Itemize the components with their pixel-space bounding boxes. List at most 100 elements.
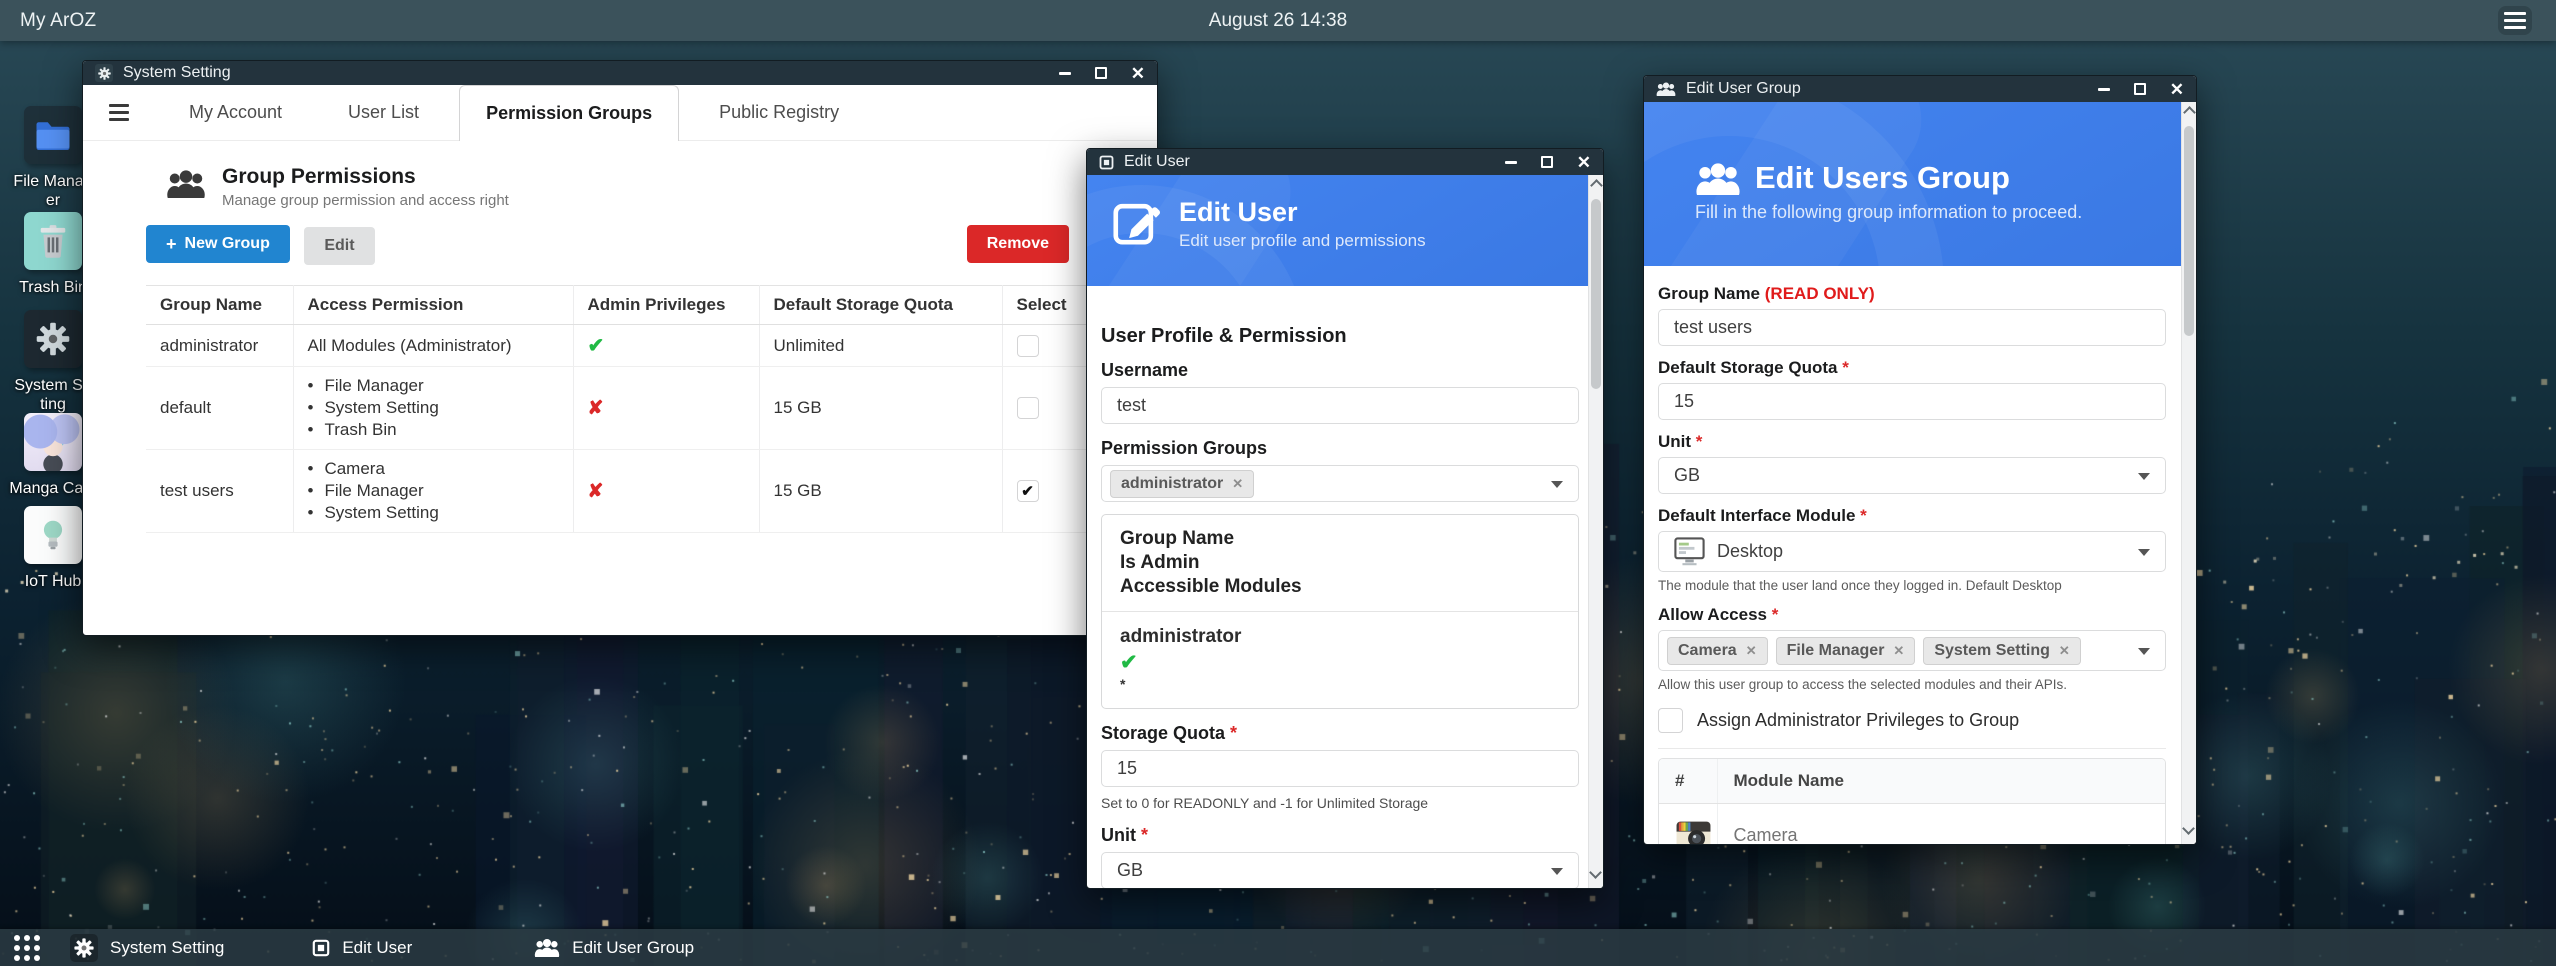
section-heading: Group Permissions Manage group permissio… (166, 165, 1157, 209)
scroll-up-icon[interactable] (1590, 179, 1603, 192)
taskbar-item-system-setting[interactable]: System Setting (70, 934, 224, 962)
minimize-icon[interactable] (2098, 88, 2110, 91)
close-icon[interactable]: ✕ (2170, 81, 2184, 98)
system-setting-titlebar[interactable]: System Setting ✕ (83, 61, 1157, 85)
default-storage-quota-input[interactable] (1658, 383, 2166, 420)
start-menu-label[interactable]: My ArOZ (20, 10, 96, 32)
tab-public-registry[interactable]: Public Registry (693, 85, 865, 140)
username-input[interactable] (1101, 387, 1579, 424)
taskbar-item-edit-user[interactable]: Edit User (312, 938, 412, 958)
storage-quota-input[interactable] (1101, 750, 1579, 787)
scroll-down-icon[interactable] (2182, 822, 2195, 835)
group-actions: +New Group Edit Remove (146, 225, 1153, 263)
gear-icon (24, 310, 82, 368)
unit-select[interactable]: GB (1101, 852, 1579, 889)
access-module-item: Camera (308, 458, 559, 480)
form-section-title: User Profile & Permission (1101, 325, 1579, 348)
access-module-item: File Manager (308, 375, 559, 397)
table-row: defaultFile ManagerSystem SettingTrash B… (146, 367, 1146, 450)
tab-my-account[interactable]: My Account (163, 85, 308, 140)
tab-permission-groups[interactable]: Permission Groups (459, 85, 679, 141)
hamburger-icon[interactable] (2498, 6, 2532, 35)
window-header: Edit Users Group Fill in the following g… (1644, 102, 2196, 266)
column-header-group-name: Group Name (146, 286, 293, 325)
users-icon (534, 938, 560, 957)
close-icon[interactable]: ✕ (1577, 154, 1591, 171)
users-icon (166, 169, 206, 198)
group-name-cell: administrator (146, 325, 293, 367)
access-permission-cell: All Modules (Administrator) (293, 325, 573, 367)
desktop-icon-iot-hub[interactable]: IoT Hub (24, 506, 82, 591)
apps-grid-icon[interactable] (14, 935, 40, 961)
scrollbar[interactable] (2181, 102, 2196, 844)
tag-camera[interactable]: Camera✕ (1667, 637, 1768, 665)
desktop-icon-file-manager[interactable]: File Manager (24, 106, 82, 210)
new-group-button[interactable]: +New Group (146, 225, 290, 263)
window-title: System Setting (123, 64, 231, 82)
clock-label: August 26 14:38 (1209, 10, 1347, 32)
scrollbar-thumb[interactable] (2184, 126, 2194, 336)
admin-privileges-cell: ✘ (573, 367, 759, 450)
table-row: administratorAll Modules (Administrator)… (146, 325, 1146, 367)
tag-file-manager[interactable]: File Manager✕ (1776, 637, 1916, 665)
desktop-icon-trash-bin[interactable]: Trash Bin (24, 212, 82, 297)
select-checkbox[interactable] (1017, 335, 1039, 357)
remove-tag-icon[interactable]: ✕ (1232, 476, 1243, 492)
allow-access-note: Allow this user group to access the sele… (1658, 677, 2166, 692)
storage-quota-cell: 15 GB (759, 450, 1002, 533)
edit-user-form: User Profile & Permission Username Permi… (1101, 325, 1579, 889)
remove-group-button[interactable]: Remove (967, 225, 1069, 263)
tab-user-list[interactable]: User List (322, 85, 445, 140)
maximize-icon[interactable] (1541, 156, 1553, 168)
edit-user-group-titlebar[interactable]: Edit User Group ✕ (1644, 76, 2196, 102)
taskbar-item-edit-user-group[interactable]: Edit User Group (534, 938, 694, 958)
remove-tag-icon[interactable]: ✕ (2059, 643, 2070, 659)
group-name-input[interactable] (1658, 309, 2166, 346)
check-icon: ✔ (588, 335, 605, 357)
permission-groups-multiselect[interactable]: administrator✕ (1101, 465, 1579, 502)
edit-user-group-window: Edit User Group ✕ Edit Users Group Fill … (1643, 75, 2197, 845)
minimize-icon[interactable] (1505, 161, 1517, 164)
scrollbar[interactable] (1588, 175, 1603, 888)
allow-access-multiselect[interactable]: Camera✕ File Manager✕System Setting✕ (1658, 630, 2166, 671)
access-module-item: System Setting (308, 397, 559, 419)
unit-select[interactable]: GB (1658, 457, 2166, 494)
edit-group-button[interactable]: Edit (304, 227, 374, 265)
default-interface-module-select[interactable]: Desktop (1658, 531, 2166, 572)
select-checkbox[interactable] (1017, 397, 1039, 419)
edit-user-titlebar[interactable]: Edit User ✕ (1087, 149, 1603, 175)
summary-header-is-admin: Is Admin (1120, 551, 1560, 575)
desktop-icon-manga-cafe[interactable]: Manga Cafe (24, 413, 82, 498)
window-title: Edit User Group (1686, 80, 1801, 98)
menu-toggle-icon[interactable] (109, 104, 129, 121)
remove-tag-icon[interactable]: ✕ (1893, 643, 1904, 659)
tag-system-setting[interactable]: System Setting✕ (1923, 637, 2081, 665)
storage-quota-note: Set to 0 for READONLY and -1 for Unlimit… (1101, 795, 1579, 811)
divider (1658, 748, 2166, 749)
window-title: Edit User (1124, 153, 1190, 171)
select-checkbox[interactable]: ✔ (1017, 480, 1039, 502)
tag-administrator[interactable]: administrator✕ (1110, 470, 1254, 498)
section-title: Group Permissions (222, 165, 509, 189)
admin-privileges-cell: ✔ (573, 325, 759, 367)
summary-group-name: administrator (1120, 624, 1560, 650)
minimize-icon[interactable] (1059, 72, 1071, 75)
desktop-icon-system-setting[interactable]: System Seting (24, 310, 82, 414)
access-module-item: File Manager (308, 480, 559, 502)
scrollbar-thumb[interactable] (1591, 199, 1601, 389)
unit-label: Unit (1101, 825, 1579, 846)
admin-privilege-checkbox[interactable] (1658, 708, 1683, 733)
edit-group-form: Group Name (READ ONLY) Default Storage Q… (1658, 284, 2166, 845)
chevron-down-icon (1551, 868, 1563, 875)
taskbar: System Setting Edit User Edit User Group (0, 929, 2556, 966)
cross-icon: ✘ (588, 398, 604, 419)
system-setting-window: System Setting ✕ My Account User List Perm… (82, 60, 1158, 636)
close-icon[interactable]: ✕ (1131, 65, 1145, 82)
maximize-icon[interactable] (1095, 67, 1107, 79)
scroll-up-icon[interactable] (2183, 106, 2196, 119)
chevron-down-icon (2138, 473, 2150, 480)
lightbulb-icon (24, 506, 82, 564)
maximize-icon[interactable] (2134, 83, 2146, 95)
scroll-down-icon[interactable] (1589, 866, 1602, 879)
remove-tag-icon[interactable]: ✕ (1746, 643, 1757, 659)
